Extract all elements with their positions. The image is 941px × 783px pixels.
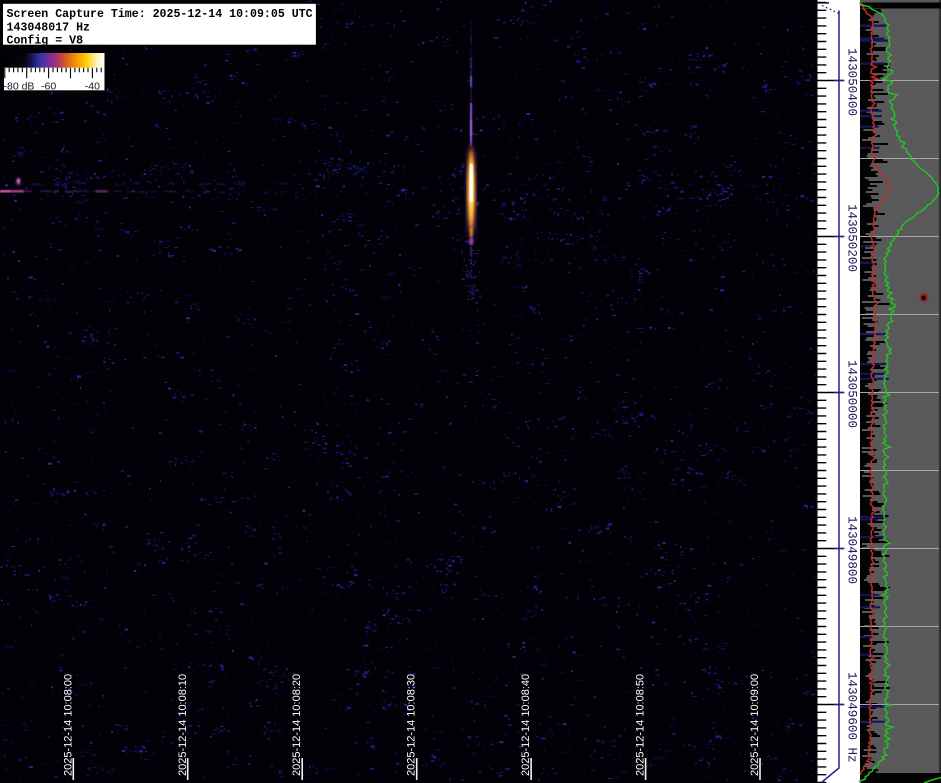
- svg-text:2025-12-14 10:09:00: 2025-12-14 10:09:00: [749, 674, 761, 776]
- svg-text:Screen Capture Time: 2025-12-1: Screen Capture Time: 2025-12-14 10:09:05…: [7, 8, 313, 21]
- svg-text:-40: -40: [85, 80, 100, 92]
- svg-text:Config = V8: Config = V8: [7, 34, 84, 47]
- svg-text:143050000: 143050000: [845, 360, 859, 428]
- svg-text:2025-12-14 10:08:10: 2025-12-14 10:08:10: [177, 674, 189, 776]
- svg-text:143049800: 143049800: [845, 516, 859, 584]
- svg-text:2025-12-14 10:08:50: 2025-12-14 10:08:50: [635, 674, 647, 776]
- svg-text:Hz: Hz: [845, 747, 859, 762]
- svg-text:143048017 Hz: 143048017 Hz: [7, 22, 91, 35]
- svg-text:143049600: 143049600: [845, 672, 859, 740]
- svg-text:2025-12-14 10:08:20: 2025-12-14 10:08:20: [291, 674, 303, 776]
- svg-text:-60: -60: [41, 80, 56, 92]
- svg-text:-80 dB: -80 dB: [4, 80, 35, 92]
- svg-text:143050200: 143050200: [845, 204, 859, 272]
- svg-text:143050400: 143050400: [845, 48, 859, 116]
- svg-text:2025-12-14 10:08:40: 2025-12-14 10:08:40: [520, 674, 532, 776]
- svg-text:2025-12-14 10:08:00: 2025-12-14 10:08:00: [62, 674, 74, 776]
- svg-text:2025-12-14 10:08:30: 2025-12-14 10:08:30: [406, 674, 418, 776]
